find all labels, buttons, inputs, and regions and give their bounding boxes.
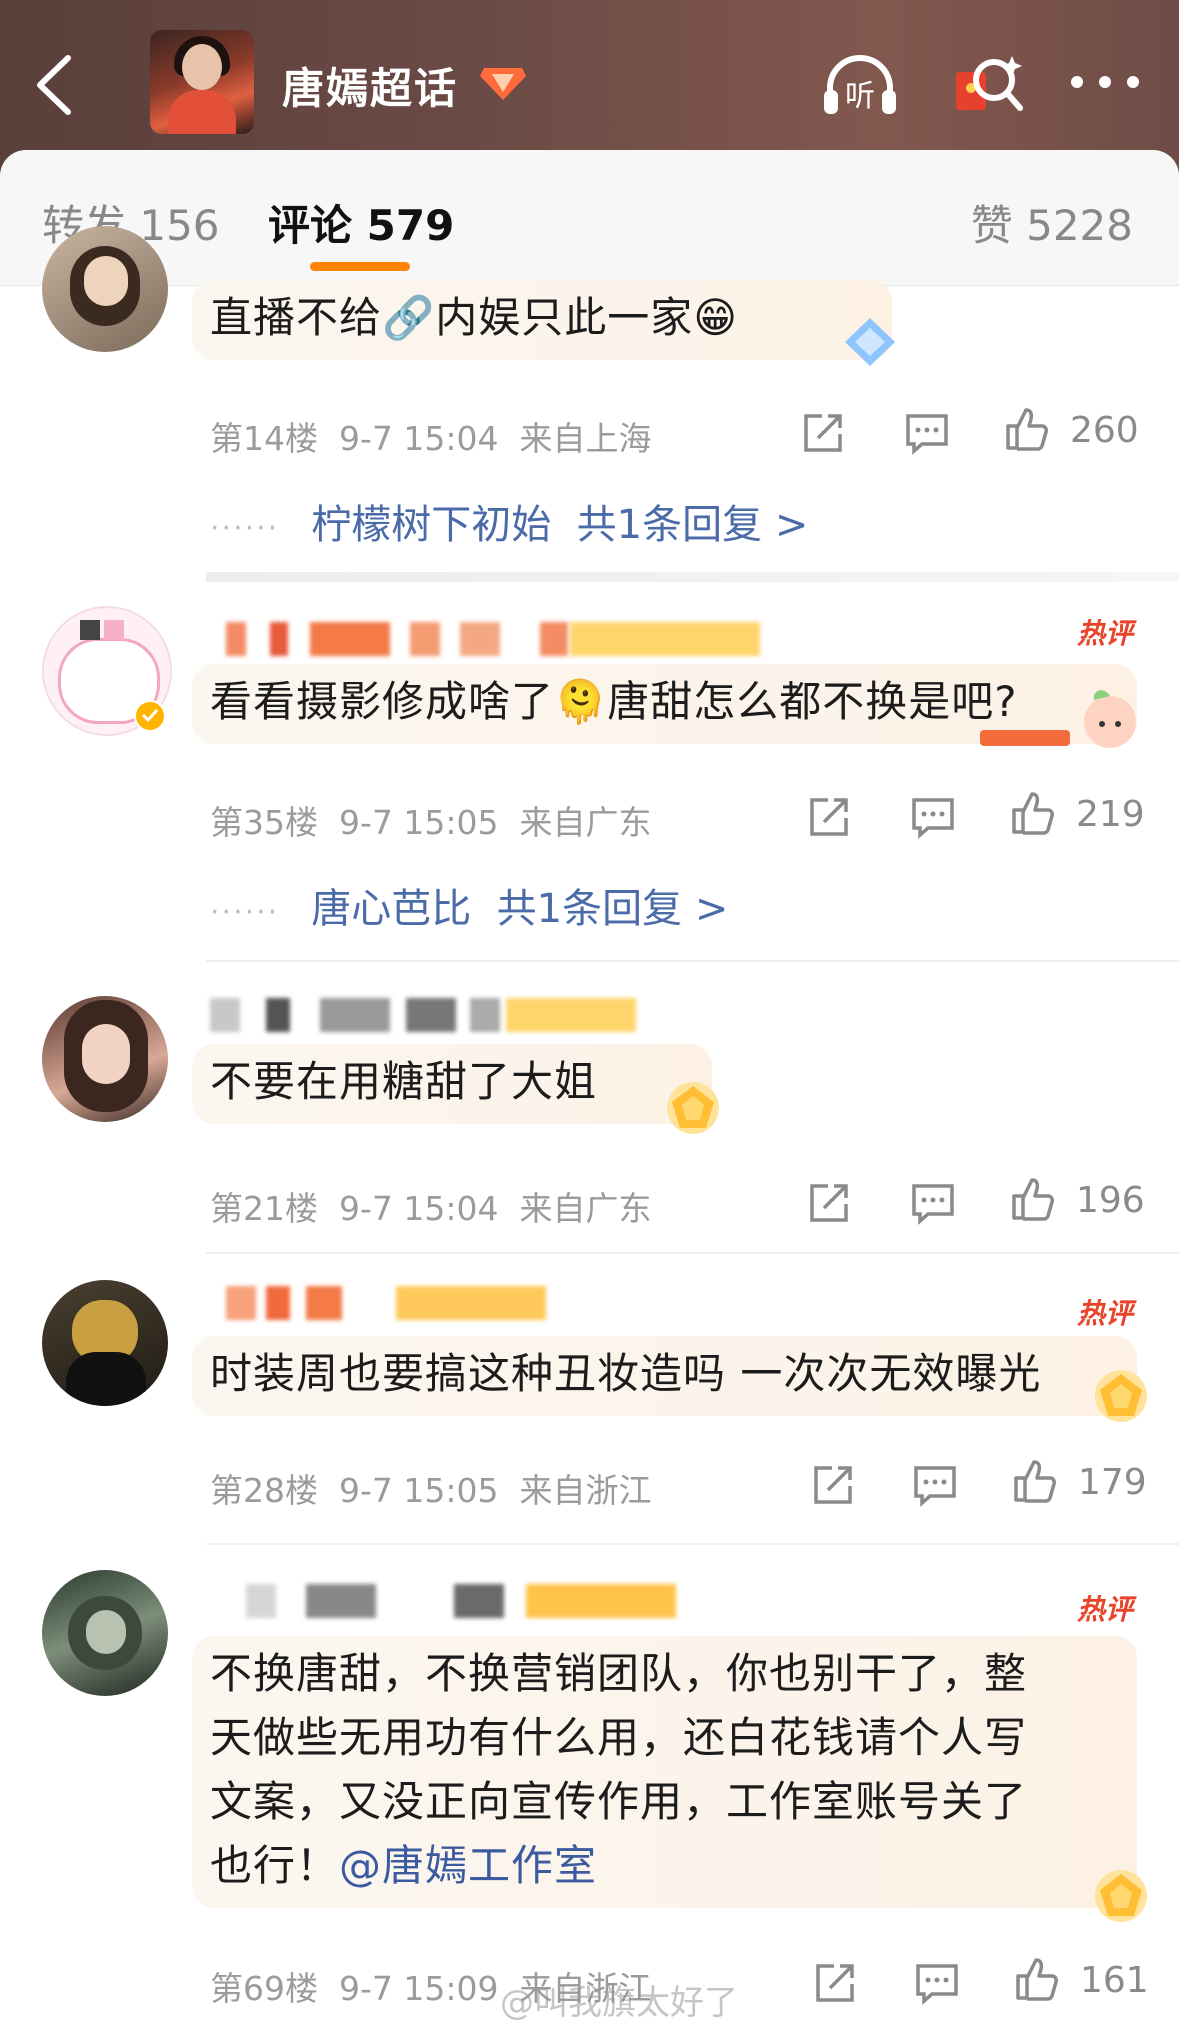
comment-icon[interactable] (914, 1960, 960, 2006)
crown-sticker-icon (1095, 1370, 1147, 1422)
chevron-left-icon[interactable] (30, 50, 80, 120)
location: 来自广东 (519, 1189, 652, 1228)
location: 来自浙江 (519, 1471, 652, 1510)
crown-sticker-icon (1095, 1870, 1147, 1922)
active-tab-indicator (310, 262, 410, 271)
share-icon[interactable] (812, 1960, 858, 2006)
peach-sticker-icon (1084, 690, 1136, 748)
thumbs-up-icon[interactable] (1014, 1956, 1060, 2002)
thumbs-up-icon[interactable] (1010, 790, 1056, 836)
divider (206, 572, 1179, 582)
like-count: 196 (1076, 1180, 1145, 1221)
like-count: 260 (1070, 410, 1139, 451)
comment-meta: 第28楼 9-7 15:05 来自浙江 (210, 1464, 651, 1512)
thumbs-up-icon[interactable] (1010, 1176, 1056, 1222)
topic-title[interactable]: 唐嫣超话 (282, 55, 458, 116)
comment-icon[interactable] (910, 794, 956, 840)
reply-summary[interactable]: ······ 柠檬树下初始 共1条回复 > (210, 492, 808, 550)
hot-comment-badge: 热评 (1076, 617, 1133, 650)
avatar[interactable] (42, 1280, 168, 1406)
floor: 第69楼 (210, 1969, 318, 2008)
divider (206, 960, 1179, 962)
comment-icon[interactable] (904, 410, 950, 456)
avatar[interactable] (42, 1570, 168, 1696)
comment-line: 天做些无用功有什么用，还白花钱请个人写 (210, 1713, 1028, 1762)
comment-text: 时装周也要搞这种丑妆造吗 一次次无效曝光 (210, 1349, 1042, 1398)
comment-meta: 第14楼 9-7 15:04 来自上海 (210, 412, 651, 460)
floor: 第28楼 (210, 1471, 318, 1510)
hot-comment-badge: 热评 (1076, 1593, 1133, 1626)
diamond-sticker-icon (845, 318, 895, 366)
verified-badge-icon (134, 700, 166, 732)
reply-summary[interactable]: ······ 唐心芭比 共1条回复 > (210, 876, 728, 934)
comment-icon[interactable] (912, 1462, 958, 1508)
tab-comment[interactable]: 评论 579 (268, 192, 454, 253)
crown-sticker-icon (667, 1082, 719, 1134)
comment-line: 也行！ (210, 1841, 340, 1890)
tab-like[interactable]: 赞 5228 (971, 192, 1133, 253)
more-dots-icon[interactable] (1065, 48, 1145, 118)
reply-user: 唐心芭比 (311, 886, 472, 932)
comment-text: 看看摄影修成啥了🫠唐甜怎么都不换是吧? (210, 677, 1018, 726)
like-count: 161 (1080, 1960, 1149, 2001)
share-icon[interactable] (800, 410, 846, 456)
location: 来自上海 (519, 419, 652, 458)
reply-user: 柠檬树下初始 (311, 502, 552, 548)
hot-comment-badge: 热评 (1076, 1297, 1133, 1330)
time: 9-7 15:09 (338, 1969, 499, 2008)
mention-link[interactable]: @唐嫣工作室 (339, 1841, 597, 1890)
time: 9-7 15:05 (338, 803, 499, 842)
share-icon[interactable] (806, 794, 852, 840)
share-icon[interactable] (810, 1462, 856, 1508)
like-count: 219 (1076, 794, 1145, 835)
divider (206, 1543, 1179, 1545)
comment-text: 不要在用糖甜了大姐 (210, 1057, 598, 1106)
like-count: 179 (1078, 1462, 1147, 1503)
comment-line: 文案，又没正向宣传作用，工作室账号关了 (210, 1777, 1028, 1826)
reply-count: 共1条回复 > (576, 502, 809, 548)
headphone-listen-icon[interactable]: 听 (820, 48, 900, 118)
floor: 第35楼 (210, 803, 318, 842)
comment-meta: 第35楼 9-7 15:05 来自广东 (210, 796, 651, 844)
watermark: @叫我旗太好了 (500, 1983, 738, 2023)
decorative-strip (980, 730, 1070, 746)
thumbs-up-icon[interactable] (1004, 406, 1050, 452)
avatar[interactable] (42, 996, 168, 1122)
listen-label: 听 (845, 79, 875, 114)
comment-text: 直播不给🔗内娱只此一家😁 (210, 293, 739, 342)
location: 来自广东 (519, 803, 652, 842)
time: 9-7 15:04 (338, 1189, 499, 1228)
comment-text: 不换唐甜，不换营销团队，你也别干了，整 天做些无用功有什么用，还白花钱请个人写 … (210, 1642, 1070, 1898)
avatar[interactable] (42, 226, 168, 352)
floor: 第21楼 (210, 1189, 318, 1228)
comment-meta: 第21楼 9-7 15:04 来自广东 (210, 1182, 651, 1230)
reply-count: 共1条回复 > (496, 886, 729, 932)
share-icon[interactable] (806, 1180, 852, 1226)
diamond-badge-icon (480, 68, 526, 100)
comment-line: 不换唐甜，不换营销团队，你也别干了，整 (210, 1649, 1028, 1698)
comment-icon[interactable] (910, 1180, 956, 1226)
time: 9-7 15:05 (338, 1471, 499, 1510)
tab-sheet: 转发 156 评论 579 赞 5228 (0, 150, 1179, 286)
divider (206, 1252, 1179, 1254)
red-packet-search-icon[interactable] (950, 48, 1030, 118)
time: 9-7 15:04 (338, 419, 499, 458)
floor: 第14楼 (210, 419, 318, 458)
topic-avatar[interactable] (150, 30, 254, 134)
thumbs-up-icon[interactable] (1012, 1458, 1058, 1504)
